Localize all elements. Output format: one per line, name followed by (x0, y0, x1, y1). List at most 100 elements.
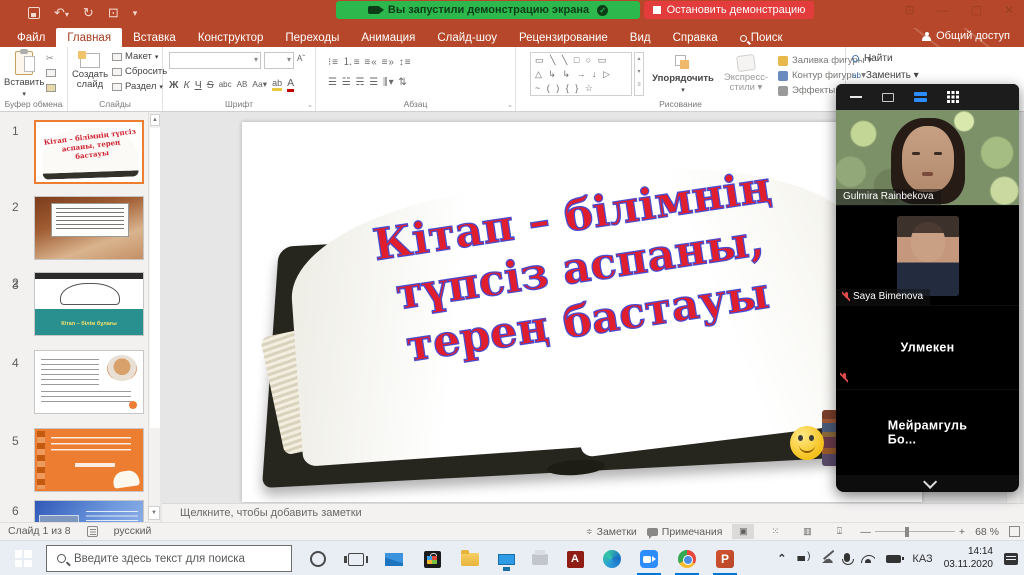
cortana-button[interactable] (306, 547, 330, 571)
underline-button[interactable]: Ч (195, 79, 202, 91)
chrome-button[interactable] (675, 547, 699, 571)
scroll-up-arrow[interactable]: ▲ (150, 114, 160, 126)
thumbnail-scrollbar-thumb[interactable] (150, 128, 160, 428)
notes-pane[interactable]: ▼ Щелкните, чтобы добавить заметки (162, 503, 1024, 522)
format-painter-icon[interactable] (46, 84, 56, 94)
participant-video-tile[interactable]: Улмекен (836, 306, 1019, 390)
microphone-icon[interactable] (844, 553, 850, 562)
layout-button[interactable]: Макет▾ (112, 51, 167, 62)
tab-home[interactable]: Главная (56, 28, 122, 47)
bold-button[interactable]: Ж (169, 79, 179, 91)
replace-button[interactable]: abЗаменить ▾ (852, 70, 919, 81)
restore-button[interactable]: ▢ (971, 3, 982, 17)
notes-placeholder[interactable]: Щелкните, чтобы добавить заметки (180, 507, 362, 519)
grow-font-icon[interactable]: Aˆ (297, 54, 305, 63)
tab-view[interactable]: Вид (619, 28, 662, 47)
change-case-button[interactable]: Аа▾ (252, 79, 267, 90)
paragraph-row1[interactable]: ⁝≡ ⒈≡ ≡« ≡» ↕≡ (328, 53, 412, 68)
accessibility-icon[interactable] (87, 526, 98, 537)
participant-video-tile[interactable]: Мейрамгуль Бо... (836, 390, 1019, 476)
find-button[interactable]: Найти (852, 53, 919, 64)
slide-sorter-button[interactable]: ⁙ (764, 524, 786, 539)
fit-slide-button[interactable] (1009, 526, 1020, 537)
ribbon-options-icon[interactable]: ⊡ (905, 3, 915, 17)
printer-button[interactable] (528, 547, 552, 571)
store-app-button[interactable] (420, 547, 444, 571)
tab-slideshow[interactable]: Слайд-шоу (426, 28, 508, 47)
task-view-button[interactable] (344, 547, 368, 571)
input-language[interactable]: КАЗ (912, 553, 932, 565)
tab-search[interactable]: Поиск (729, 28, 794, 47)
zoom-slider-knob[interactable] (905, 527, 909, 537)
minimize-button[interactable]: — (937, 3, 949, 17)
highlight-color-button[interactable]: ab (272, 78, 282, 91)
thumbnail-scrollbar[interactable]: ▲ (148, 112, 160, 522)
file-explorer-button[interactable] (458, 547, 482, 571)
shape-gallery[interactable]: ▭ ╲ ╲ □ ○ ▭ △ ↳ ↳ → ↓ ▷ ~ ( ) { } ☆ (530, 52, 632, 96)
undo-icon[interactable]: ↶▾ (54, 5, 69, 21)
strikethrough-button[interactable]: S (207, 79, 214, 91)
slide-canvas[interactable]: Кітап – білімнің түпсіз аспаны, терең ба… (242, 122, 922, 502)
share-button[interactable]: Общий доступ (922, 30, 1010, 42)
paragraph-row2[interactable]: ☰ ☱ ☴ ☰ ⫼▾ ⇅ (328, 77, 408, 88)
section-button[interactable]: Раздел▾ (112, 81, 167, 92)
thumbnail-slide-2[interactable] (34, 196, 144, 260)
zoom-in-button[interactable]: + (959, 526, 965, 538)
char-spacing-button[interactable]: АВ (237, 80, 248, 89)
notes-toggle[interactable]: ≑Заметки (586, 526, 637, 538)
tab-help[interactable]: Справка (662, 28, 729, 47)
zoom-slider[interactable]: — + (860, 526, 965, 538)
zoom-restore-icon[interactable] (882, 93, 894, 102)
tab-transitions[interactable]: Переходы (274, 28, 350, 47)
copy-icon[interactable] (46, 69, 56, 79)
powerpoint-button[interactable]: P (713, 547, 737, 571)
reading-view-button[interactable]: ▥ (796, 524, 818, 539)
thumbnail-slide-6[interactable] (34, 500, 144, 522)
paragraph-dialog-launcher[interactable]: ⌄ (507, 101, 513, 109)
redo-icon[interactable]: ↻ (83, 5, 94, 21)
tab-design[interactable]: Конструктор (187, 28, 275, 47)
taskbar-search-input[interactable]: Введите здесь текст для поиска (46, 545, 292, 572)
onedrive-icon[interactable]: ☁ (821, 552, 833, 566)
taskbar-clock[interactable]: 14:14 03.11.2020 (944, 546, 993, 571)
zoom-panel-collapse-button[interactable] (836, 476, 1019, 492)
clear-format-button[interactable]: abc (219, 80, 232, 89)
zoom-percent[interactable]: 68 % (975, 526, 999, 538)
thumbnail-slide-1[interactable]: Кітап – білімнің түпсіз аспаны, терең ба… (34, 120, 144, 184)
arrange-button[interactable]: Упорядочить ▾ (652, 51, 714, 94)
tab-file[interactable]: Файл (6, 28, 56, 47)
cut-icon[interactable]: ✂ (46, 53, 56, 64)
this-pc-button[interactable] (494, 547, 518, 571)
font-color-button[interactable]: А (287, 77, 294, 92)
volume-icon[interactable] (797, 553, 810, 564)
quick-styles-button[interactable]: Экспресс-стили ▾ (716, 51, 776, 94)
italic-button[interactable]: К (184, 79, 190, 91)
notes-collapse-icon[interactable]: ▼ (148, 506, 160, 520)
font-name-combo[interactable] (169, 52, 261, 69)
zoom-out-button[interactable]: — (860, 526, 871, 538)
acrobat-button[interactable]: A (563, 547, 587, 571)
participant-video-tile[interactable]: Gulmira Rainbekova (836, 110, 1019, 206)
action-center-icon[interactable] (1004, 553, 1018, 565)
zoom-gallery-view-icon[interactable] (947, 91, 959, 103)
zoom-speaker-view-icon[interactable] (914, 92, 927, 102)
close-button[interactable]: ✕ (1004, 3, 1014, 17)
clipboard-dialog-launcher[interactable]: ⌄ (59, 101, 65, 109)
wifi-icon[interactable] (861, 555, 875, 563)
shape-gallery-scrollbar[interactable]: ▴▾≡ (634, 52, 644, 96)
zoom-app-button[interactable] (637, 547, 661, 571)
edge-button[interactable] (600, 547, 624, 571)
thumbnail-slide-5[interactable] (34, 428, 144, 492)
tab-animations[interactable]: Анимация (350, 28, 426, 47)
font-size-combo[interactable] (264, 52, 294, 69)
normal-view-button[interactable]: ▣ (732, 524, 754, 539)
participant-video-tile[interactable]: Saya Bimenova (836, 206, 1019, 306)
mail-app-button[interactable] (382, 547, 406, 571)
comments-toggle[interactable]: Примечания (647, 526, 723, 538)
slideshow-view-button[interactable]: ⍗ (828, 524, 850, 539)
stop-share-button[interactable]: Остановить демонстрацию (644, 1, 814, 19)
new-slide-button[interactable]: Создать слайд (70, 49, 110, 91)
zoom-minimize-icon[interactable] (850, 96, 862, 99)
start-slideshow-icon[interactable]: ⊡ (108, 5, 119, 21)
reset-button[interactable]: Сбросить (112, 66, 167, 77)
